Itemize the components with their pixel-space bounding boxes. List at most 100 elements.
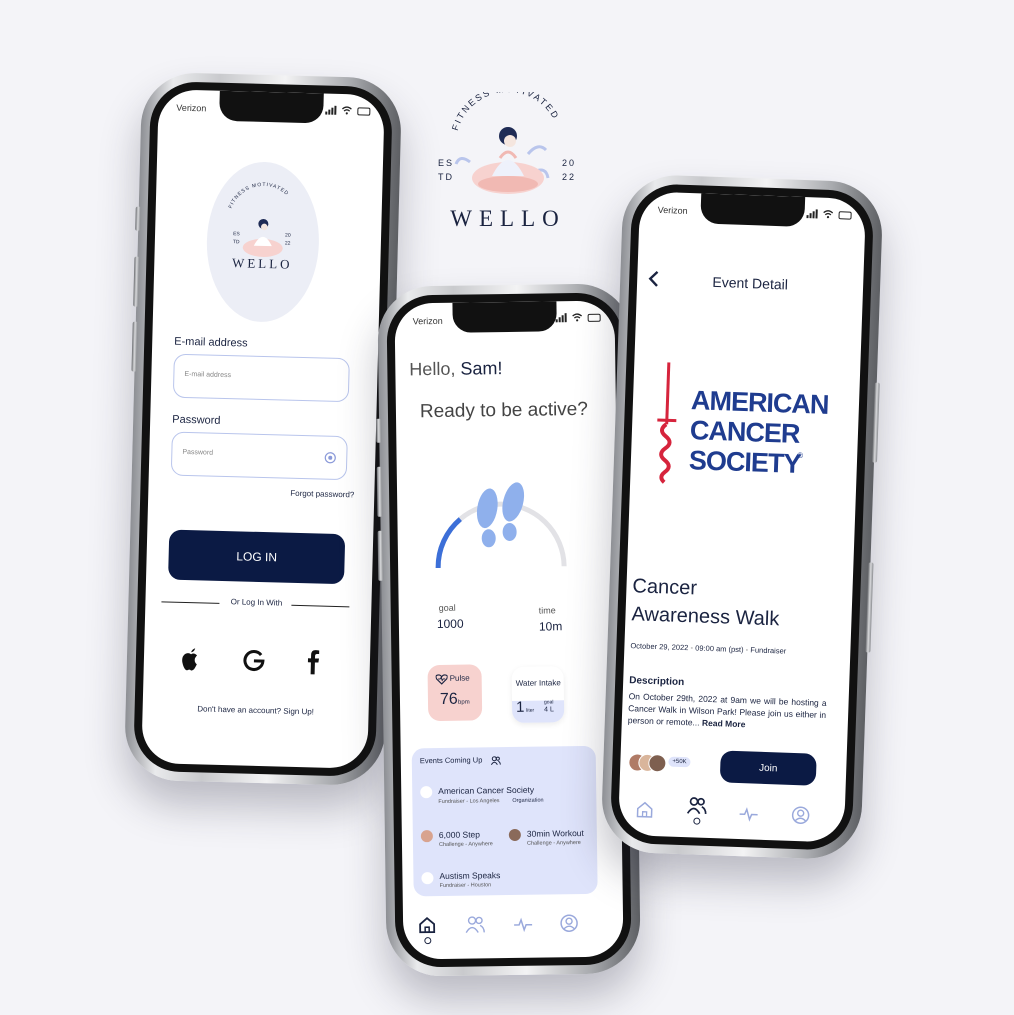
wifi-icon [341,106,352,115]
phone-volume-down [131,321,138,372]
phone-event-detail: Verizon Event Detail AMERICAN CANCER SOC… [600,173,884,861]
svg-text:FITNESS MOTIVATED: FITNESS MOTIVATED [450,92,562,132]
login-logo-td: TD [232,239,240,246]
carrier-label: Verizon [176,102,207,114]
gauge-fill [435,501,567,569]
wifi-icon [572,313,583,322]
acs-line-3: SOCIETY [688,445,801,479]
water-unit: liter [526,707,535,714]
water-label: Water Intake [515,678,561,688]
login-button[interactable]: LOG IN [168,529,346,585]
acs-registered-mark: ® [797,450,804,461]
notch [452,301,557,333]
phone-side-button [871,382,880,463]
login-logo-name: WELLO [231,255,293,272]
google-icon[interactable] [242,648,267,673]
community-icon[interactable] [465,914,485,934]
login-logo-22: 22 [284,240,291,247]
event-time: 09:00 am (pst) [695,643,744,655]
activity-icon[interactable] [513,914,533,934]
acs-logo-icon [420,786,433,799]
acs-sword-icon [657,362,677,484]
time-label: time [538,605,556,616]
battery-icon [587,313,601,322]
event-date: October 29, 2022 [630,641,689,653]
heart-pulse-icon [435,674,448,685]
goal-value: 1000 [436,616,464,632]
join-button[interactable]: Join [719,750,817,786]
email-field[interactable]: E-mail address [172,353,350,403]
event-title-line-1: Cancer [632,575,698,600]
signal-icon [325,105,337,115]
phone-volume-up [133,256,140,307]
carrier-label: Verizon [412,315,443,327]
people-icon [490,756,501,766]
event-type: Fundraiser [750,645,787,656]
status-icons [806,209,852,220]
home-icon[interactable] [634,799,655,820]
phone-side-button [865,562,874,653]
read-more-link[interactable]: Read More [702,718,746,730]
event-sub: Fundraiser - Los Angeles [438,798,500,806]
event-title: Austism Speaks [439,870,501,881]
phone-side-button [135,206,141,231]
goal-label: goal [438,602,456,613]
event-sub: Fundraiser - Houston [439,882,492,889]
login-logo-circle: FITNESS MOTIVATED ES TD 20 22 WELLO [204,160,321,324]
pulse-unit: bpm [457,699,470,706]
events-title: Events Coming Up [419,755,483,766]
email-label: E-mail address [174,335,248,350]
facebook-icon[interactable] [306,648,321,675]
event-item-acs[interactable]: American Cancer Society Fundraiser - Los… [412,746,596,805]
greeting: Hello, Sam! [409,358,502,380]
event-title: American Cancer Society [438,784,535,797]
phone-volume-up [376,466,383,517]
or-login-with: Or Log In With [230,597,283,608]
battery-icon [838,211,852,220]
notch [700,193,806,227]
community-icon[interactable] [686,795,708,816]
signal-icon [806,209,818,219]
signup-prompt[interactable]: Don't have an account? Sign Up! [143,703,369,718]
eye-icon[interactable] [324,452,336,464]
login-screen: Verizon FITNESS MOTIVATED ES TD 20 22 WE… [141,89,385,769]
email-placeholder: E-mail address [184,370,232,380]
status-icons [325,105,371,116]
pulse-value: 76 [439,690,458,708]
login-logo-emblem: FITNESS MOTIVATED [228,181,291,257]
phone-volume-down [377,530,384,581]
event-item-autism-speaks[interactable]: Austism Speaks Fundraiser - Houston [412,746,596,889]
event-detail-header: Event Detail [712,273,789,293]
status-icons [555,313,601,323]
profile-icon[interactable] [790,805,811,826]
avatar [420,830,433,843]
water-intake-card[interactable]: Water Intake 1 liter goal 4 L [511,666,565,723]
event-item-30min-workout[interactable]: 30min Workout Challenge - Anywhere [412,746,596,847]
forgot-password-link[interactable]: Forgot password? [290,489,354,500]
water-goal-label: goal [543,699,554,706]
pulse-card[interactable]: Pulse 76 bpm [427,664,483,722]
active-tab-indicator [693,817,701,825]
wello-brand-logo: FITNESS MOTIVATED ES TD 20 22 WELLO [428,84,588,242]
home-subtitle: Ready to be active? [419,398,589,423]
event-item-6000-step[interactable]: 6,000 Step Challenge - Anywhere [412,746,596,848]
event-description: On October 29th, 2022 at 9am we will be … [628,691,827,734]
brand-est-right-bottom: 22 [562,172,577,182]
footsteps-icon [476,482,525,548]
apple-icon[interactable] [180,646,203,673]
profile-icon[interactable] [559,913,579,933]
home-icon[interactable] [417,915,437,935]
home-screen: Verizon Hello, Sam! Ready to be active? [394,300,624,960]
carrier-label: Verizon [657,204,688,216]
password-field[interactable]: Password [170,431,348,481]
tab-bar [403,906,623,945]
password-placeholder: Password [182,448,214,457]
time-value: 10m [538,619,563,634]
events-panel: Events Coming Up American Cancer Society… [411,745,598,897]
password-label: Password [172,413,221,427]
brand-est-left-bottom: TD [438,172,454,182]
activity-icon[interactable] [738,803,759,824]
phone-login: Verizon FITNESS MOTIVATED ES TD 20 22 WE… [123,71,403,787]
login-logo-arc-text: FITNESS MOTIVATED [228,181,291,211]
tab-bar [618,793,845,837]
